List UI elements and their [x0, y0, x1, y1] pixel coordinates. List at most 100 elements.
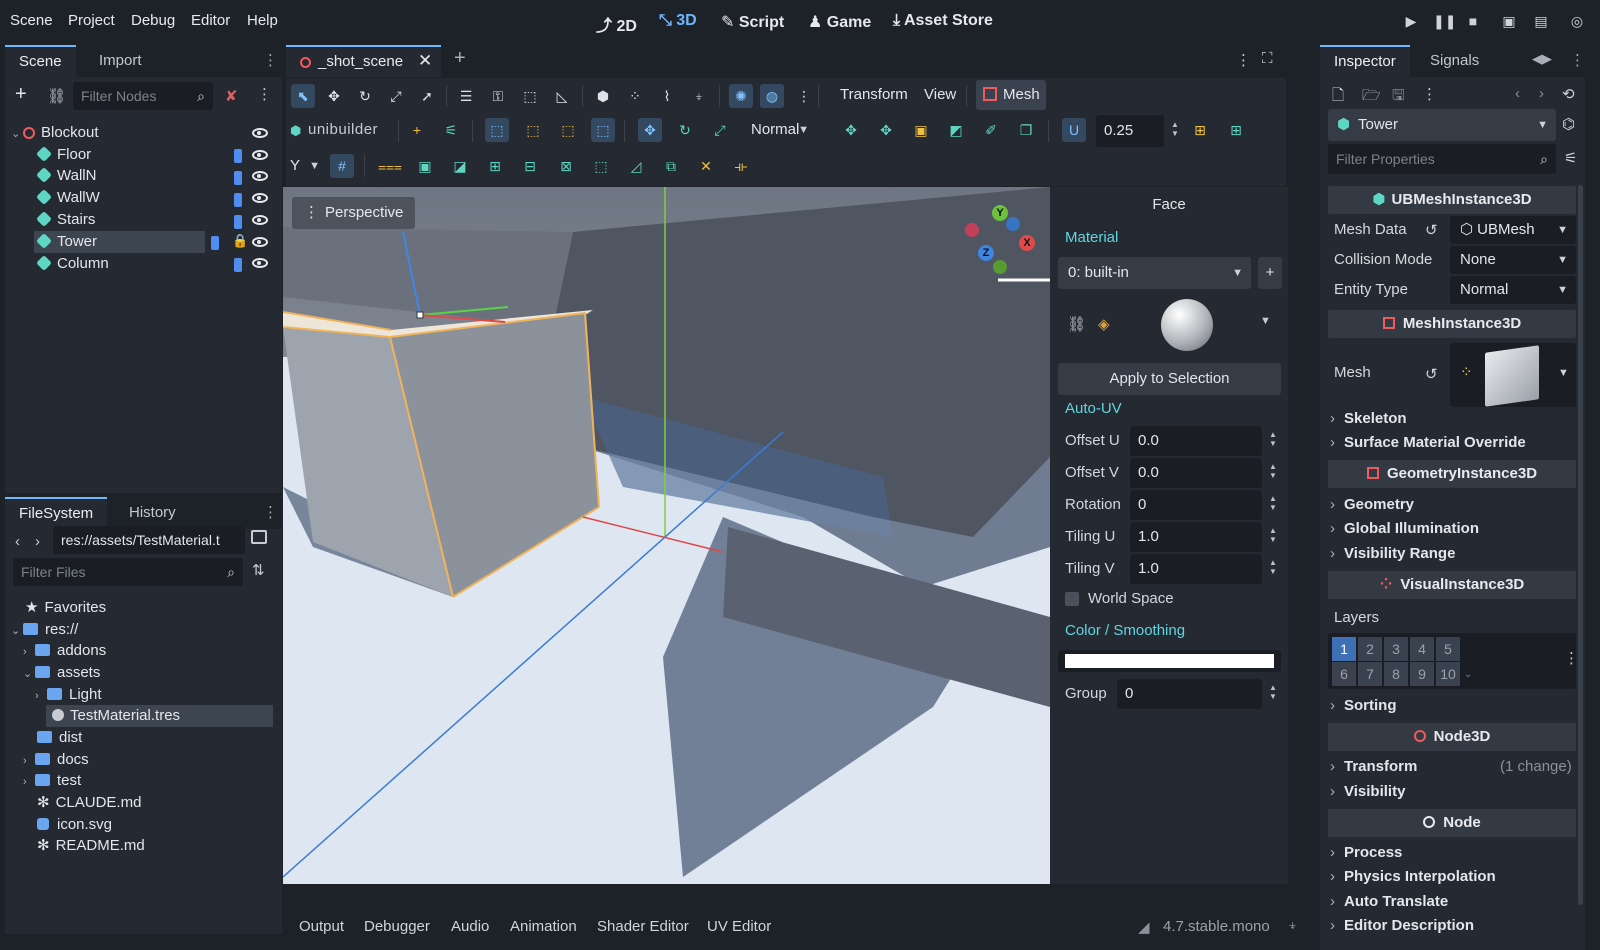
- gizmo-axis-z[interactable]: Z: [978, 245, 994, 261]
- pin-icon[interactable]: ⍖: [1288, 917, 1297, 934]
- inset-icon[interactable]: ▣: [413, 154, 437, 178]
- pointer-icon[interactable]: ➚: [415, 84, 439, 108]
- layer-2[interactable]: 2: [1358, 637, 1382, 661]
- node-header[interactable]: Node: [1328, 809, 1576, 837]
- snap-spinner[interactable]: ▲ ▼: [1170, 120, 1180, 138]
- axis-select[interactable]: Y ▼: [286, 152, 322, 180]
- dock-menu-icon[interactable]: ⋮: [263, 503, 278, 521]
- rotate-tool-icon[interactable]: ↻: [673, 118, 697, 142]
- move-tool-icon[interactable]: ✥: [638, 118, 662, 142]
- world-space-checkbox[interactable]: [1065, 592, 1079, 606]
- tiling-v-spinner[interactable]: ▲ ▼: [1268, 558, 1278, 576]
- tab-shot-scene[interactable]: _shot_scene ✕: [286, 45, 441, 77]
- filter-properties-input[interactable]: Filter Properties ⌕: [1328, 144, 1556, 174]
- inspector-scrollbar[interactable]: [1578, 185, 1583, 905]
- perspective-menu[interactable]: ⋮ Perspective: [292, 197, 416, 229]
- script-icon[interactable]: [234, 215, 242, 229]
- lock-icon[interactable]: 🔒: [232, 233, 248, 249]
- fs-item-readme-md[interactable]: ✻ README.md: [37, 835, 145, 857]
- lock-icon[interactable]: ⚿: [486, 84, 510, 108]
- tab-animation[interactable]: Animation: [510, 918, 577, 935]
- history-forward-icon[interactable]: ›: [1539, 85, 1544, 102]
- workspace-game[interactable]: ♟ Game: [808, 12, 871, 32]
- fs-item-dist[interactable]: dist: [37, 727, 82, 749]
- rotate-mode-icon[interactable]: ↻: [353, 84, 377, 108]
- new-tab-icon[interactable]: +: [454, 47, 466, 70]
- cube-icon[interactable]: ⬢: [591, 84, 615, 108]
- collision-mode-select[interactable]: None ▼: [1450, 246, 1576, 274]
- paint-face-icon[interactable]: ✐: [979, 118, 1003, 142]
- menu-mesh[interactable]: Mesh: [976, 80, 1046, 110]
- group-icon[interactable]: ⬚: [518, 84, 542, 108]
- group-visibility-range[interactable]: Visibility Range: [1330, 545, 1455, 562]
- group-skeleton[interactable]: Skeleton: [1330, 410, 1407, 427]
- tab-debugger[interactable]: Debugger: [364, 918, 430, 935]
- weld-icon[interactable]: ⟛: [729, 154, 753, 178]
- move-mode-icon[interactable]: ✥: [322, 84, 346, 108]
- 3d-viewport[interactable]: ⋮ Perspective Y X Z: [283, 187, 1050, 884]
- geometryinstance3d-header[interactable]: GeometryInstance3D: [1328, 460, 1576, 488]
- node3d-header[interactable]: Node3D: [1328, 723, 1576, 751]
- visibility-eye-icon[interactable]: [252, 171, 268, 181]
- group-surface-material-override[interactable]: Surface Material Override: [1330, 434, 1526, 451]
- play-custom-icon[interactable]: ▤: [1532, 13, 1550, 31]
- sort-icon[interactable]: ⇅: [252, 561, 265, 579]
- tab-import[interactable]: Import: [85, 45, 156, 77]
- workspace-script[interactable]: ✎ Script: [721, 12, 784, 32]
- layer-7[interactable]: 7: [1358, 662, 1382, 686]
- new-resource-icon[interactable]: 🗋: [1332, 85, 1344, 110]
- fs-item-assets[interactable]: ⌄ assets: [23, 662, 100, 684]
- tab-uv-editor[interactable]: UV Editor: [707, 918, 771, 935]
- stop-icon[interactable]: ■: [1464, 13, 1482, 31]
- scale-tool-icon[interactable]: ⤢: [708, 118, 732, 142]
- offset-u-field[interactable]: 0.0: [1130, 426, 1262, 456]
- select-mode-icon[interactable]: ⬉: [291, 84, 315, 108]
- chevron-down-icon[interactable]: ▼: [1260, 315, 1271, 327]
- gizmo-axis-x[interactable]: X: [1019, 235, 1035, 251]
- layer-5[interactable]: 5: [1436, 637, 1460, 661]
- subdivide-icon[interactable]: ⊞: [483, 154, 507, 178]
- property-settings-icon[interactable]: ⚟: [1564, 149, 1577, 167]
- add-material-button[interactable]: +: [1258, 257, 1282, 289]
- visibility-eye-icon[interactable]: [252, 215, 268, 225]
- preview-options-icon[interactable]: ⋮: [792, 84, 816, 108]
- script-icon[interactable]: [211, 236, 219, 250]
- tree-item-floor[interactable]: Floor: [36, 144, 91, 166]
- tab-inspector[interactable]: Inspector: [1320, 45, 1410, 77]
- options-icon[interactable]: ⋮: [1422, 85, 1437, 103]
- tab-shader-editor[interactable]: Shader Editor: [597, 918, 689, 935]
- back-icon[interactable]: ‹: [15, 533, 20, 550]
- snap-value-field[interactable]: 0.25: [1096, 115, 1164, 147]
- fs-item-res[interactable]: ⌄ res://: [11, 619, 78, 641]
- tab-signals[interactable]: Signals: [1416, 45, 1493, 77]
- split-icon[interactable]: ⊟: [518, 154, 542, 178]
- offset-v-field[interactable]: 0.0: [1130, 458, 1262, 488]
- grid-toggle-icon[interactable]: #: [330, 154, 354, 178]
- layers-menu-icon[interactable]: ⋮: [1564, 649, 1579, 667]
- scale-mode-icon[interactable]: ⤢: [384, 84, 408, 108]
- fs-item-testmaterial[interactable]: TestMaterial.tres: [46, 705, 273, 727]
- link-icon[interactable]: ⛓: [47, 87, 66, 105]
- tab-history[interactable]: History: [115, 497, 190, 529]
- menu-transform[interactable]: Transform: [840, 86, 908, 103]
- apply-to-selection-button[interactable]: Apply to Selection: [1058, 363, 1281, 395]
- tab-filesystem[interactable]: FileSystem: [5, 497, 108, 529]
- mesh-resource-field[interactable]: ⁘ ▼: [1450, 343, 1576, 407]
- tiling-v-field[interactable]: 1.0: [1130, 554, 1262, 584]
- gizmo-neg-y[interactable]: [993, 260, 1007, 274]
- visibility-eye-icon[interactable]: [252, 258, 268, 268]
- menu-view[interactable]: View: [924, 86, 956, 103]
- group-editor-description[interactable]: Editor Description: [1330, 917, 1474, 934]
- vertex-mode-icon[interactable]: ⬚: [521, 118, 545, 142]
- add-shape-icon[interactable]: +: [405, 118, 429, 142]
- visualinstance3d-header[interactable]: ⁘ VisualInstance3D: [1328, 571, 1576, 599]
- group-physics-interpolation[interactable]: Physics Interpolation: [1330, 868, 1496, 885]
- group-transform[interactable]: Transform: [1330, 758, 1417, 775]
- gizmo-neg-z[interactable]: [1006, 217, 1020, 231]
- ruler-icon[interactable]: ◺: [550, 84, 574, 108]
- script-icon[interactable]: [234, 258, 242, 272]
- connect-icon[interactable]: ⧉: [659, 154, 683, 178]
- script-icon[interactable]: [234, 193, 242, 207]
- settings-sliders-icon[interactable]: ⚟: [439, 118, 463, 142]
- fs-item-icon-svg[interactable]: icon.svg: [37, 814, 112, 836]
